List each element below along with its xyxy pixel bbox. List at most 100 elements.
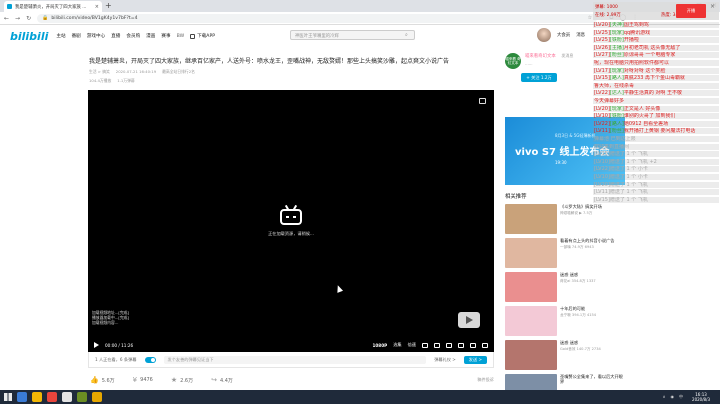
related-item[interactable]: 迷惑 迷惑 Gold音效 140.7万 2734 [505,340,625,370]
danmaku-panel-close-icon[interactable]: × [710,3,715,10]
fullscreen-icon[interactable] [482,342,488,348]
video-player[interactable]: 正在加载资源，请稍候... 加载视频地址...[完成] 播放器加载中...[完成… [88,90,494,352]
vip-link[interactable]: 大会员 [557,32,570,38]
related-thumbnail[interactable] [505,238,557,268]
new-tab-button[interactable]: + [105,1,112,11]
settings-icon[interactable] [434,342,440,348]
related-item[interactable]: 看着有点上头的抖音小说广告 一部嗨 74.9万 6943 [505,238,625,268]
related-thumbnail[interactable] [505,306,557,336]
send-message-link[interactable]: 发消息 [561,53,573,58]
uploader-avatar[interactable]: 喵来看 奇幻文本 [505,53,521,69]
related-title-text[interactable]: 迷惑 迷惑 [560,272,596,277]
related-item[interactable]: 《斗罗大陆》搞笑开场 神烦喵解说 ▶ 7.5万 [505,204,625,234]
play-icon[interactable] [94,342,99,348]
app-icon[interactable] [62,392,72,402]
related-thumbnail[interactable] [505,204,557,234]
windows-start-icon[interactable] [4,393,12,401]
related-title-text[interactable]: 十年后的可能 [560,306,596,311]
danmaku-line: [LV15][路人]真腻233 再下个金山毒霸就 [593,75,719,82]
nav-item-main[interactable]: 主站 [56,33,65,39]
video-meta: 生活 > 搞笑 2020-07-21 16:40:19 最高全站日排行2名 [89,69,195,75]
episode-selector[interactable]: 选集 [393,342,401,348]
mouse-cursor-icon [334,284,344,293]
danmaku-line: [LV15]赠送了 1 个 飞机 [593,151,719,158]
coin-icon: ¥ [132,376,138,384]
danmaku-level: [LV20] [594,105,610,112]
nav-item-esports[interactable]: 赛事 [161,33,170,39]
tray-expand-icon[interactable]: ∧ [663,394,666,400]
nav-item-live[interactable]: 直播 [111,33,120,39]
favorite-count: 2.6万 [180,377,194,384]
danmaku-text: 赠送了 1 个 小卡 [609,166,648,173]
danmaku-level: [LV26] [594,44,610,51]
widescreen-icon[interactable] [458,342,464,348]
volume-icon[interactable] [422,342,428,348]
player-menu-icon[interactable] [479,98,486,104]
danmaku-line: 欢迎来到直播间 [593,143,719,150]
forward-icon[interactable]: → [15,15,20,22]
danmaku-user: [达人] [609,90,624,97]
taskbar-clock[interactable]: 16:13 2020/8/3 [692,392,716,402]
bilibili-logo[interactable]: bilibili [10,30,48,43]
reload-icon[interactable]: ↻ [26,15,31,22]
bookmark-star-icon[interactable]: ☆ [588,15,592,21]
report-link[interactable]: 稿件投诉 [477,377,494,383]
related-title-text[interactable]: 迷惑 迷惑 [560,340,601,345]
speed-selector[interactable]: 倍速 [408,342,416,348]
favorite-button[interactable]: ★ 2.6万 [171,376,193,384]
live-start-button[interactable]: 开播 [676,4,706,18]
video-rank[interactable]: 最高全站日排行2名 [162,69,195,75]
file-explorer-icon[interactable] [17,392,27,402]
quality-selector[interactable]: 1080P [372,343,387,348]
download-app-link[interactable]: 下载APP [190,33,215,39]
tab-close-icon[interactable]: × [95,4,99,10]
pip-icon[interactable] [446,342,452,348]
message-link[interactable]: 消息 [576,32,585,38]
related-title-text[interactable]: 《斗罗大陆》搞笑开场 [560,204,602,209]
related-title-text[interactable]: 歪嘴赘公全集来了，看以后大开眼界 [560,374,625,384]
search-icon[interactable]: ⌕ [405,32,408,38]
app-icon[interactable] [77,392,87,402]
related-item[interactable]: 十年后的可能 龙宁哦 394.1万 4154 [505,306,625,336]
danmaku-text: 赠送了 1 个 飞机 [609,189,648,196]
video-category[interactable]: 生活 > 搞笑 [89,69,110,75]
danmaku-level: [LV25] [594,37,610,44]
network-icon[interactable]: ◉ [671,394,675,400]
danmaku-line: [LV11]赠送了 1 个 飞机 [593,189,719,196]
danmaku-input[interactable]: 发个友善的弹幕见证当下 [163,355,427,364]
browser-tab[interactable]: 我是楚辅萧炎，开局灭了四大家族 ... × [4,1,102,12]
url-input[interactable]: 🔒 bilibili.com/video/BV1gK4y1v7bF?t=4 ☆ [37,13,598,23]
nav-item-games[interactable]: 游戏中心 [87,33,105,39]
user-avatar[interactable] [537,28,551,42]
back-icon[interactable]: ← [4,15,9,22]
nav-item-manga[interactable]: 漫画 [146,33,155,39]
uploader-name[interactable]: 喵来看奇幻文本 [525,54,556,59]
related-thumbnail[interactable] [505,272,557,302]
folder-icon[interactable] [32,392,42,402]
danmaku-send-button[interactable]: 发送 > [463,355,487,364]
related-thumbnail[interactable] [505,340,557,370]
related-item[interactable]: 迷惑 迷惑 荷花ai 354.8万 1337 [505,272,625,302]
related-title-text[interactable]: 看着有点上头的抖音小说广告 [560,238,614,243]
danmaku-line: [LV22]赠送了 1 个 小卡 [593,166,719,173]
danmaku-text: 她0912 自看全差场 [623,120,669,127]
ime-icon[interactable]: 中 [679,394,683,400]
danmaku-toggle[interactable] [144,356,156,363]
nav-item-anime[interactable]: 番剧 [72,33,81,39]
windows-taskbar: ∧ ◉ 中 16:13 2020/8/3 [0,390,720,404]
danmaku-line: 今天弹幕好多 [593,98,719,104]
like-button[interactable]: 👍 5.6万 [90,376,115,384]
big-play-icon[interactable] [458,312,480,328]
site-search-input[interactable]: 神医叶王爷嘴里的冷辉 [290,30,415,40]
webfullscreen-icon[interactable] [470,342,476,348]
app-icon[interactable] [92,392,102,402]
nav-item-shop[interactable]: 会员购 [126,33,140,39]
share-button[interactable]: ↪ 4.4万 [211,376,233,384]
follow-button[interactable]: + 关注 1.2万 [521,73,557,82]
danmaku-user: [玩家] [609,29,624,36]
chrome-icon[interactable] [47,392,57,402]
coin-button[interactable]: ¥ 9476 [133,376,153,384]
nav-item-bw[interactable]: BW [177,34,185,39]
danmaku-rule-link[interactable]: 弹幕礼仪 > [434,357,456,363]
danmaku-line: [LV17][玩家]对呀对呀 这个笑脸 [593,67,719,74]
